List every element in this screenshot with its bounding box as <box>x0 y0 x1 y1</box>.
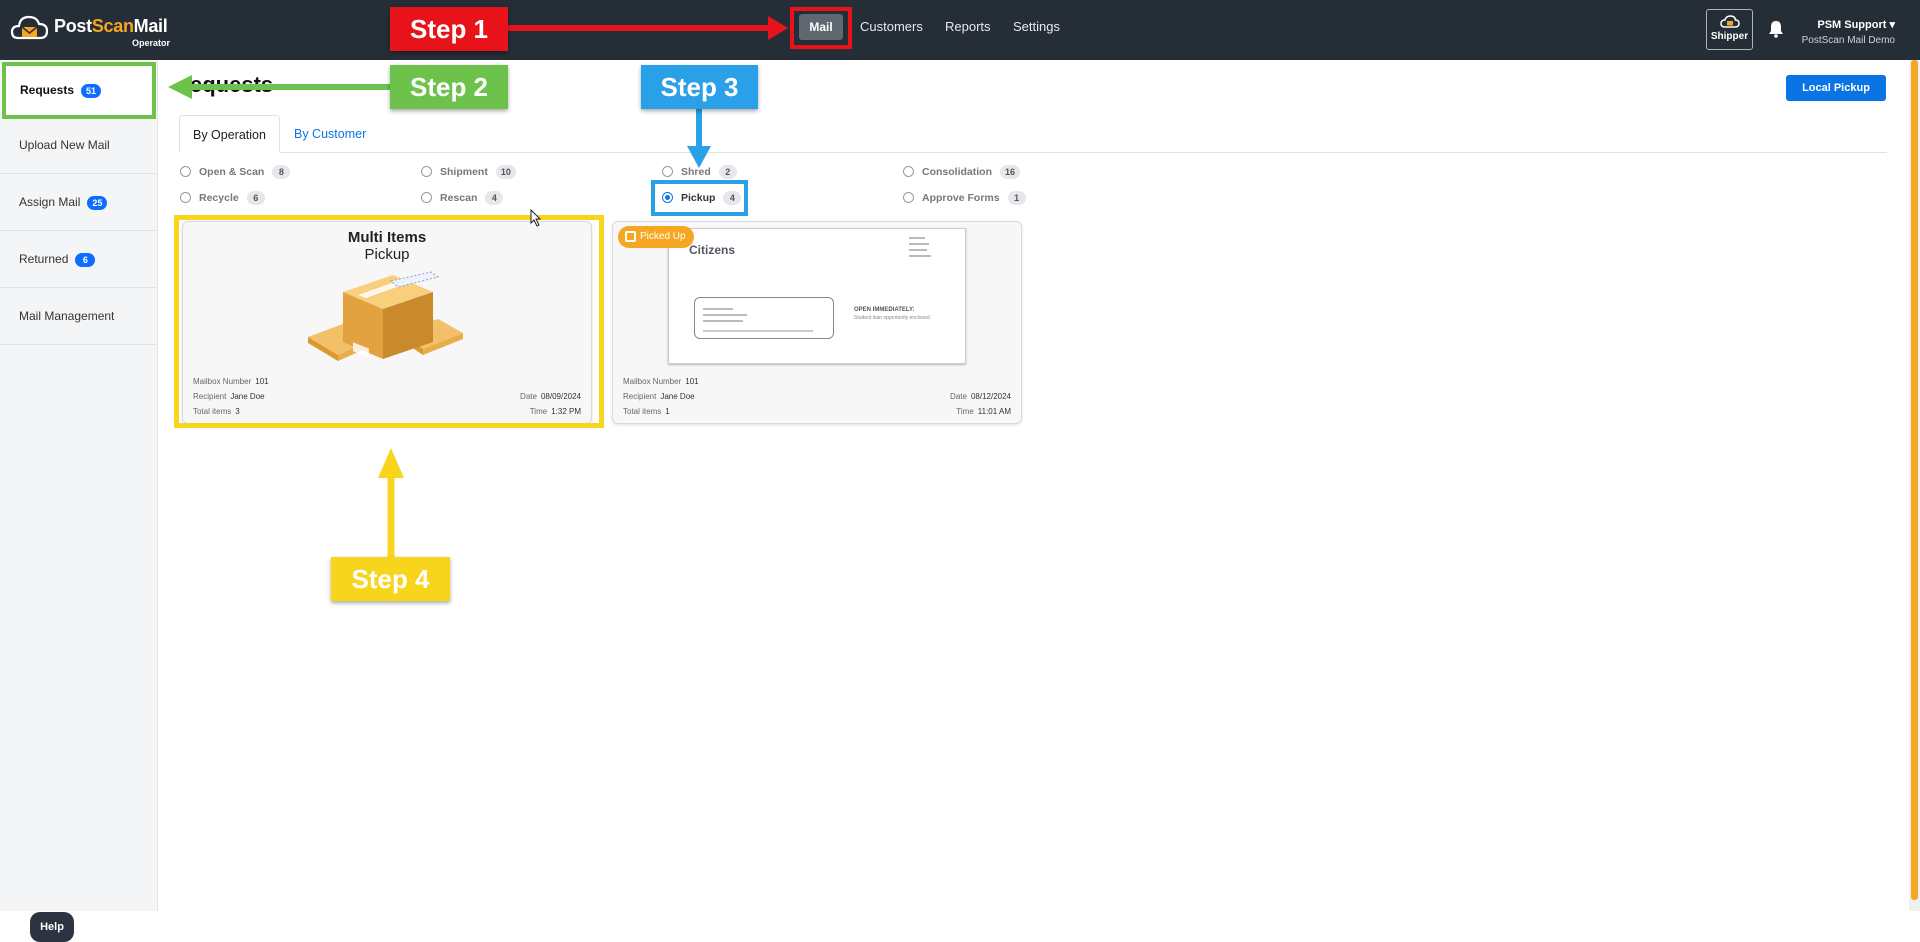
count-badge: 51 <box>81 83 102 98</box>
request-card-letter[interactable]: Citizens OPEN IMMEDIATELY: Student loan … <box>612 221 1022 424</box>
filter-approve-forms[interactable]: Approve Forms 1 <box>903 190 1026 206</box>
radio-circle <box>180 165 191 177</box>
filter-label: Shipment <box>440 166 488 178</box>
mouse-cursor-icon <box>530 209 542 227</box>
step1-highlight-frame <box>790 7 852 49</box>
user-menu[interactable]: PSM Support ▾ PostScan Mail Demo <box>1795 18 1895 46</box>
help-button[interactable]: Help <box>30 912 74 942</box>
postscanmail-logo[interactable]: PostScanMail Operator <box>10 10 170 50</box>
mailbox-number: Mailbox Number 101 <box>623 377 699 386</box>
filter-label: Shred <box>681 166 711 178</box>
radio-circle <box>662 165 673 177</box>
user-organization: PostScan Mail Demo <box>1801 35 1895 46</box>
sidebar-item-label: Requests <box>20 83 75 97</box>
scrollbar-thumb[interactable] <box>1911 60 1918 900</box>
cloud-mail-logo-icon <box>10 15 49 40</box>
nav-settings[interactable]: Settings <box>1013 12 1060 42</box>
filter-label: Open & Scan <box>199 166 265 178</box>
page-scrollbar[interactable] <box>1909 60 1920 911</box>
sidebar-item-label: Assign Mail <box>19 195 81 209</box>
filter-count: 8 <box>272 165 291 179</box>
letter-heading: OPEN IMMEDIATELY: <box>854 307 915 313</box>
radio-circle <box>903 191 914 203</box>
filter-count: 16 <box>1000 165 1021 179</box>
shipper-label: Shipper <box>1710 31 1749 42</box>
sidebar-item-label: Returned <box>19 252 69 266</box>
filter-count: 4 <box>485 191 504 205</box>
filter-label: Consolidation <box>922 166 992 178</box>
total-items: Total items 1 <box>623 407 670 416</box>
sidebar-item-requests[interactable]: Requests 51 <box>2 62 156 119</box>
filter-count: 1 <box>1007 191 1026 205</box>
step4-callout: Step 4 <box>331 557 450 601</box>
package-icon <box>625 231 636 242</box>
letter-subheading: Student loan opportunity enclosed. <box>854 315 931 321</box>
sidebar-item-mail-management[interactable]: Mail Management <box>0 288 158 345</box>
filter-label: Approve Forms <box>922 192 1000 204</box>
step1-callout: Step 1 <box>390 7 508 51</box>
tab-by-operation[interactable]: By Operation <box>179 115 280 153</box>
filter-count: 2 <box>718 165 737 179</box>
letter-sender-logo: Citizens <box>689 243 736 257</box>
filter-count: 6 <box>246 191 265 205</box>
nav-reports[interactable]: Reports <box>945 12 991 42</box>
notification-bell-icon[interactable] <box>1768 20 1784 38</box>
count-badge: 25 <box>87 195 108 210</box>
count-badge: 6 <box>75 252 96 267</box>
brand-name: PostScanMail <box>54 16 168 36</box>
radio-circle <box>421 191 432 203</box>
filter-label: Recycle <box>199 192 239 204</box>
radio-circle <box>421 165 432 177</box>
nav-customers[interactable]: Customers <box>860 12 923 42</box>
brand-subtitle: Operator <box>131 38 170 48</box>
filter-recycle[interactable]: Recycle 6 <box>180 190 265 206</box>
time: Time 11:01 AM <box>956 407 1011 416</box>
radio-circle <box>903 165 914 177</box>
picked-up-badge: Picked Up <box>618 226 694 248</box>
sidebar-item-label: Mail Management <box>19 309 115 323</box>
recipient: Recipient Jane Doe <box>623 392 695 401</box>
sidebar: Requests 51 Upload New Mail Assign Mail 25… <box>0 60 158 942</box>
user-name: PSM Support ▾ <box>1817 19 1895 31</box>
step3-callout: Step 3 <box>641 65 758 109</box>
page-title: equests <box>190 72 274 97</box>
filter-shred[interactable]: Shred 2 <box>662 164 737 180</box>
step3-highlight-frame <box>651 180 748 216</box>
step4-highlight-frame <box>174 215 604 428</box>
filter-count: 10 <box>495 165 516 179</box>
view-tabs: By Operation By Customer <box>179 115 1887 153</box>
date: Date 08/12/2024 <box>950 392 1011 401</box>
filter-rescan[interactable]: Rescan 4 <box>421 190 504 206</box>
sidebar-item-assign-mail[interactable]: Assign Mail 25 <box>0 174 158 231</box>
address-window <box>694 297 834 339</box>
step2-callout: Step 2 <box>390 65 508 109</box>
sidebar-item-upload-new-mail[interactable]: Upload New Mail <box>0 117 158 174</box>
sidebar-item-returned[interactable]: Returned 6 <box>0 231 158 288</box>
filter-label: Rescan <box>440 192 478 204</box>
filter-shipment[interactable]: Shipment 10 <box>421 164 516 180</box>
cloud-shipper-icon <box>1719 15 1740 28</box>
sidebar-item-label: Upload New Mail <box>19 138 110 152</box>
radio-circle <box>180 191 191 203</box>
local-pickup-button[interactable]: Local Pickup <box>1786 75 1886 101</box>
top-navbar: PostScanMail Operator Mail Customers Rep… <box>0 0 1920 60</box>
mail-scan-thumbnail: Citizens OPEN IMMEDIATELY: Student loan … <box>668 228 966 364</box>
tab-by-customer[interactable]: By Customer <box>281 115 379 153</box>
filter-open-scan[interactable]: Open & Scan 8 <box>180 164 291 180</box>
filter-consolidation[interactable]: Consolidation 16 <box>903 164 1021 180</box>
shipper-button[interactable]: Shipper <box>1706 9 1753 50</box>
